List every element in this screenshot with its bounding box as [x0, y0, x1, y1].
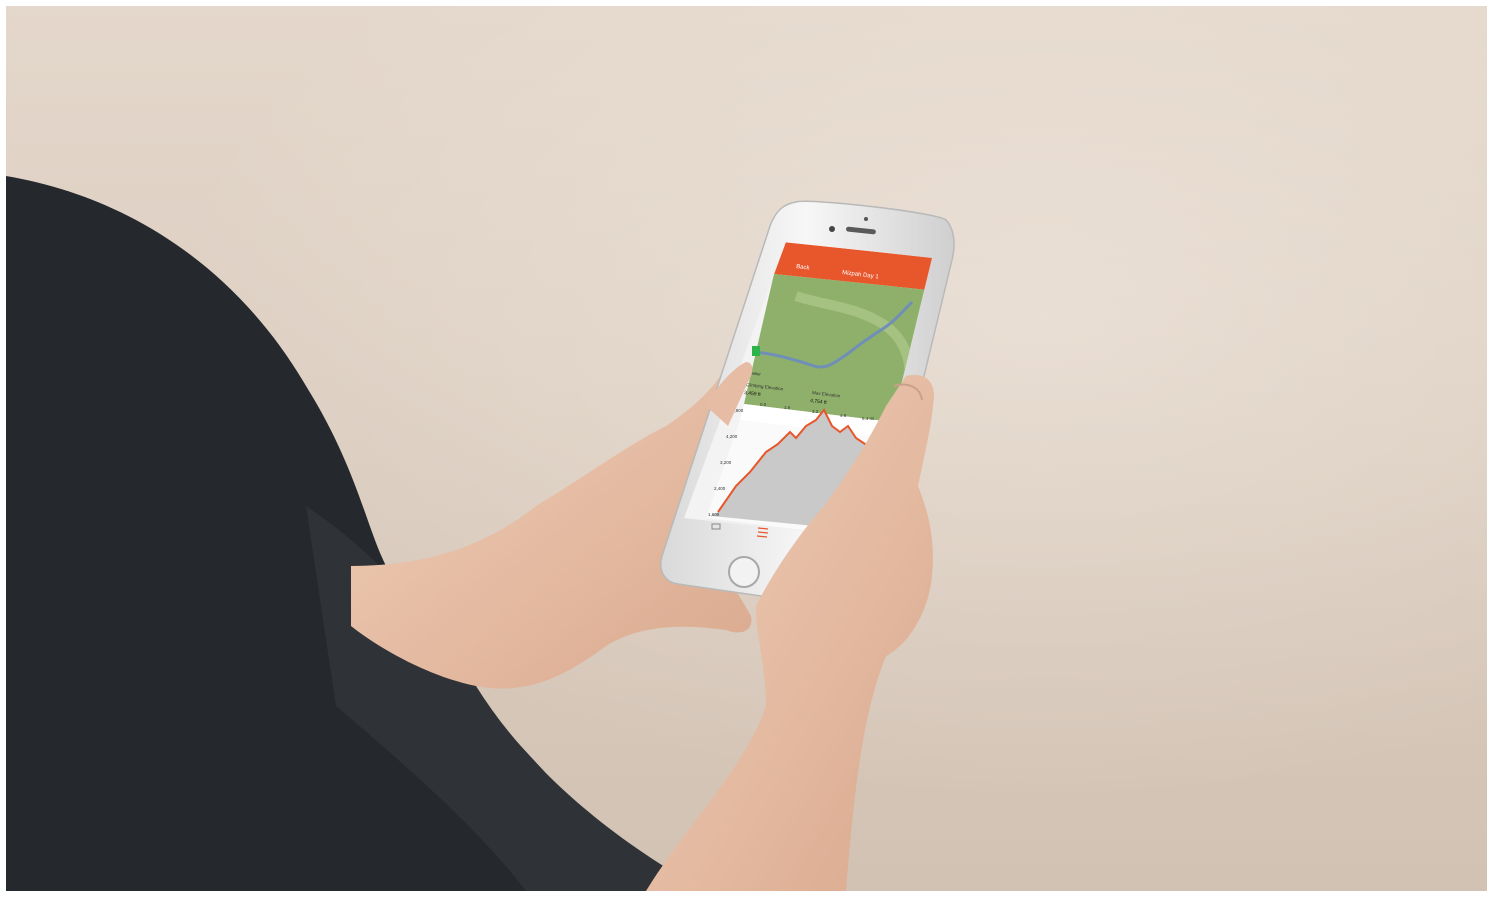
x-tick: 1.6: [784, 405, 791, 410]
y-tick: 4,200: [726, 434, 738, 439]
x-tick: 4.8: [840, 413, 847, 418]
x-tick: 0.0: [760, 402, 767, 407]
start-marker-icon: [752, 346, 760, 356]
y-tick: 3,200: [720, 460, 732, 465]
photo: Back Mizpah Day 1 Shelter Climbing Eleva…: [6, 6, 1487, 891]
home-button-icon[interactable]: [728, 556, 760, 588]
x-tick: 6.4 mi: [862, 416, 874, 421]
scene: Back Mizpah Day 1 Shelter Climbing Eleva…: [6, 176, 955, 891]
x-tick: 3.2: [812, 409, 819, 414]
y-tick: 2,400: [714, 486, 726, 491]
y-tick: 1,600: [708, 512, 720, 517]
